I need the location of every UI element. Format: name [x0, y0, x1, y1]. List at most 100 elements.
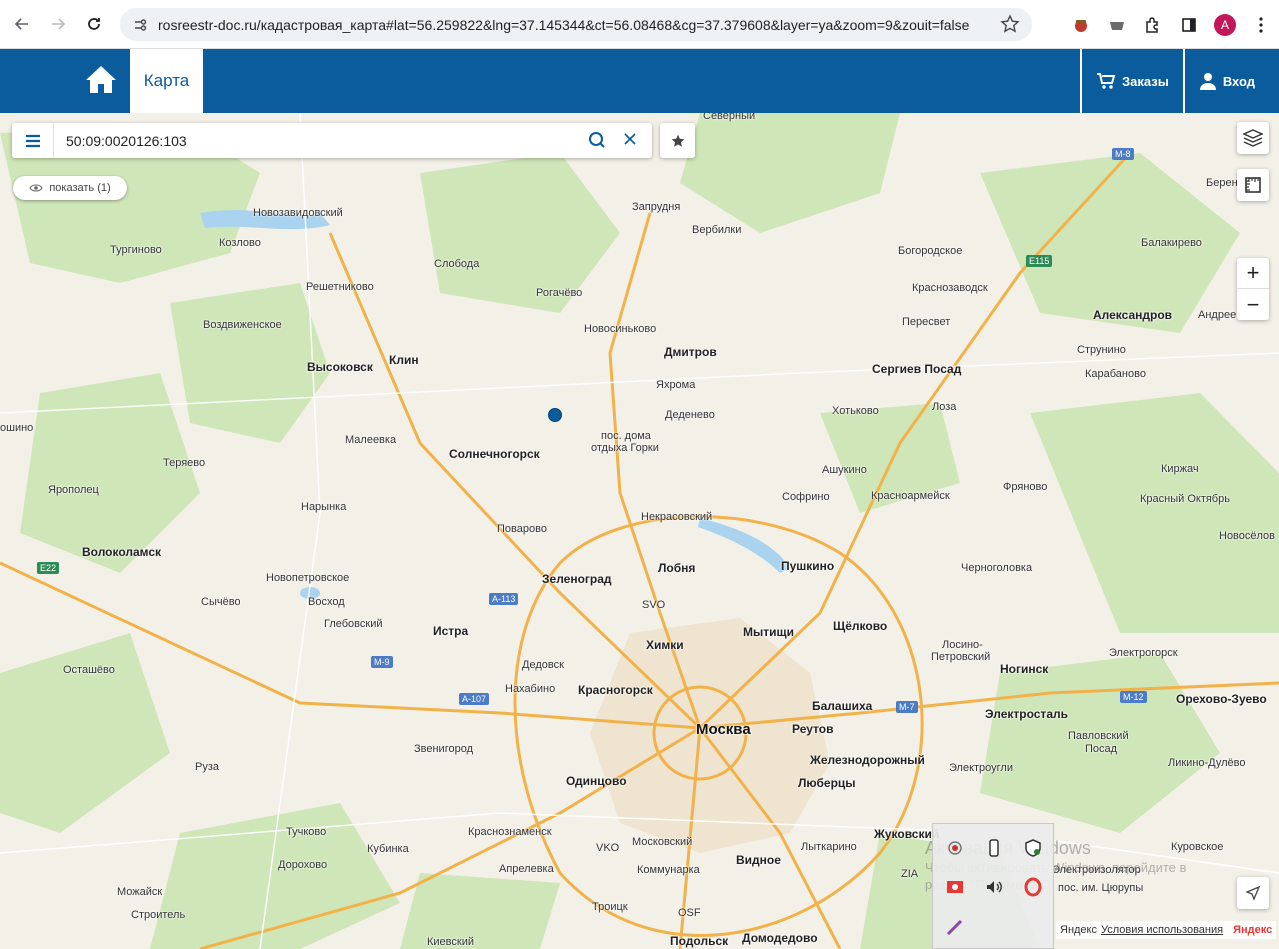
road-shield: М-12: [1120, 691, 1147, 703]
map-label: Пересвет: [902, 316, 951, 328]
extensions-puzzle-icon[interactable]: [1135, 7, 1171, 43]
parcel-marker[interactable]: [548, 408, 562, 422]
road-shield: Е22: [37, 562, 60, 574]
site-info-icon[interactable]: [132, 17, 148, 33]
bookmark-star-icon[interactable]: [1000, 14, 1020, 34]
address-bar[interactable]: rosreestr-doc.ru/кадастровая_карта#lat=5…: [120, 8, 1032, 41]
map-label: Апрелевка: [499, 863, 554, 875]
login-label: Вход: [1222, 73, 1255, 89]
reload-icon[interactable]: [76, 6, 112, 42]
ruler-button[interactable]: [1237, 169, 1269, 201]
clear-icon[interactable]: [622, 131, 638, 147]
map-label: Тургиново: [110, 244, 162, 256]
map-label: Московский: [632, 836, 693, 848]
map-label: OSF: [678, 907, 701, 919]
map-label: Северный: [703, 113, 756, 122]
map-label: Деденево: [665, 409, 715, 421]
map-label: Запрудня: [632, 201, 681, 213]
map-canvas[interactable]: Северный Запрудня Вербилки Новозавидовский Т…: [0, 113, 1279, 949]
map-label: Поварово: [497, 523, 547, 535]
map-label: Красногорск: [578, 683, 653, 697]
map-label: Высоковск: [307, 360, 373, 374]
cadastral-search-input[interactable]: [66, 132, 566, 149]
extension-hat-icon[interactable]: [1063, 7, 1099, 43]
map-label: Можайск: [117, 886, 163, 898]
url-text: rosreestr-doc.ru/кадастровая_карта#lat=5…: [158, 16, 970, 33]
map-label: Электросталь: [985, 707, 1068, 721]
map-label: Люберцы: [798, 776, 856, 790]
map-label: Подольск: [670, 934, 729, 948]
road-shield: А-107: [459, 693, 490, 705]
map-label: Нахабино: [505, 683, 556, 695]
map-label: отдыха Горки: [591, 442, 659, 454]
map-label: Александров: [1093, 308, 1173, 322]
map-label: Лобня: [658, 561, 696, 575]
zoom-in-button[interactable]: +: [1237, 258, 1269, 289]
map-label: Козлово: [219, 237, 261, 249]
map-label: Кубинка: [367, 843, 409, 855]
map-label: Глебовский: [324, 618, 383, 630]
menu-icon[interactable]: [12, 123, 54, 158]
map-label: Истра: [433, 624, 469, 638]
map-label: Карабаново: [1085, 368, 1146, 380]
extension-gray-icon[interactable]: [1099, 7, 1135, 43]
map-label: Щёлково: [833, 619, 888, 633]
map-label: Электроугли: [949, 762, 1013, 774]
map-label: Химки: [646, 638, 684, 652]
map-label: Коммунарка: [637, 864, 700, 876]
site-header: Карта Заказы Вход: [0, 49, 1279, 113]
road-shield: А-113: [489, 593, 519, 605]
map-background: [0, 113, 1279, 949]
map-label: Волоколамск: [82, 545, 162, 559]
map-label: Красный Октябрь: [1140, 493, 1230, 505]
show-results-label: показать (1): [49, 182, 111, 194]
home-icon[interactable]: [84, 63, 118, 97]
side-panel-icon[interactable]: [1171, 7, 1207, 43]
yandex-brand[interactable]: Яндекс: [1233, 924, 1272, 936]
back-icon[interactable]: [4, 6, 40, 42]
map-label: Теряево: [163, 457, 206, 469]
tray-usb-icon[interactable]: [984, 838, 1004, 858]
layers-button[interactable]: [1237, 122, 1269, 154]
tray-record-icon[interactable]: [945, 838, 965, 858]
map-label: Андрее: [1198, 309, 1237, 321]
map-attribution: Яндекс Условия использования Яндекс: [1056, 921, 1277, 939]
map-label: Лосино-: [942, 639, 983, 651]
map-label: Домодедово: [742, 931, 818, 945]
map-label: Зеленоград: [542, 572, 612, 586]
header-actions: Заказы Вход: [1080, 49, 1279, 113]
tray-shield-icon[interactable]: [1023, 838, 1043, 858]
tray-antivirus-icon[interactable]: [945, 877, 965, 897]
forward-icon[interactable]: [40, 6, 76, 42]
road-shield: М-8: [1112, 148, 1134, 160]
profile-button[interactable]: A: [1207, 7, 1243, 43]
search-icon[interactable]: [588, 131, 606, 149]
map-label: Хотьково: [832, 405, 879, 417]
favorites-button[interactable]: [660, 123, 695, 158]
map-label: Софрино: [782, 491, 830, 503]
map-label: Балакирево: [1141, 237, 1202, 249]
show-results-button[interactable]: показать (1): [13, 176, 127, 200]
tray-volume-icon[interactable]: [984, 877, 1004, 897]
orders-button[interactable]: Заказы: [1080, 49, 1183, 113]
ruler-icon: [1245, 177, 1261, 193]
zoom-out-button[interactable]: −: [1237, 289, 1269, 320]
road-shield: Е115: [1026, 255, 1053, 267]
map-label: ZIA: [901, 868, 919, 880]
map-label: Новозавидовский: [253, 207, 343, 219]
geolocation-button[interactable]: [1237, 877, 1269, 909]
map-label-capital: Москва: [696, 721, 751, 738]
map-label: Красноармейск: [871, 490, 950, 502]
road-shield: М-9: [371, 656, 393, 668]
tray-opera-icon[interactable]: [1023, 877, 1043, 897]
map-label: Ярополец: [48, 484, 99, 496]
tab-map[interactable]: Карта: [130, 49, 203, 113]
attribution-text: Яндекс: [1060, 924, 1097, 936]
terms-link[interactable]: Условия использования: [1101, 924, 1223, 936]
browser-menu-icon[interactable]: [1243, 7, 1279, 43]
tray-pen-icon[interactable]: [945, 917, 965, 937]
login-button[interactable]: Вход: [1182, 49, 1279, 113]
map-label: Нарынка: [301, 501, 347, 513]
map-label: Дорохово: [278, 859, 328, 871]
map-label: Одинцово: [566, 774, 627, 788]
